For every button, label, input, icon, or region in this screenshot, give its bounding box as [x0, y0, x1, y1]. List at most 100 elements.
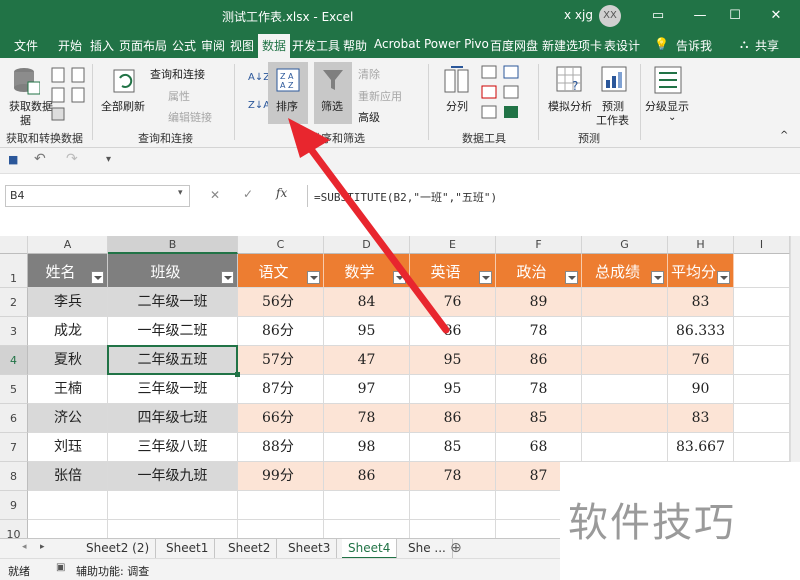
score-cell[interactable]: [582, 404, 668, 433]
text-to-columns-icon[interactable]: [444, 66, 470, 94]
empty-cell[interactable]: [324, 491, 410, 520]
name-cell[interactable]: 成龙: [28, 317, 108, 346]
sheet-tab[interactable]: Sheet2: [222, 539, 278, 559]
score-cell[interactable]: [582, 317, 668, 346]
score-cell[interactable]: 95: [410, 375, 496, 404]
empty-cell[interactable]: [238, 491, 324, 520]
formula-input[interactable]: =SUBSTITUTE(B2,"一班","五班"): [307, 185, 800, 207]
forecast-sheet-icon[interactable]: [601, 66, 627, 94]
clear-filter-button[interactable]: 清除: [358, 66, 380, 82]
score-cell[interactable]: 78: [496, 317, 582, 346]
sheet-tab[interactable]: Sheet1: [160, 539, 216, 559]
add-sheet-icon[interactable]: ⊕: [450, 540, 462, 556]
tab-home[interactable]: 开始: [58, 37, 82, 54]
customize-qat-icon[interactable]: ▾: [106, 154, 111, 165]
filter-dropdown-button[interactable]: [565, 271, 578, 284]
select-all-corner[interactable]: [0, 236, 28, 254]
tab-data[interactable]: 数据: [258, 34, 291, 59]
score-cell[interactable]: 86: [496, 346, 582, 375]
minimize-button[interactable]: —: [690, 6, 710, 26]
score-cell[interactable]: 95: [410, 346, 496, 375]
name-box[interactable]: B4: [5, 185, 190, 207]
score-cell[interactable]: 84: [324, 288, 410, 317]
user-name[interactable]: x xjg: [564, 8, 593, 22]
reapply-button[interactable]: 重新应用: [358, 88, 402, 104]
empty-cell[interactable]: [108, 491, 238, 520]
accessibility-status[interactable]: 辅助功能: 调查: [76, 563, 149, 579]
filter-dropdown-button[interactable]: [479, 271, 492, 284]
what-if-analysis-button[interactable]: 模拟分析: [548, 98, 592, 114]
queries-connections-button[interactable]: 查询和连接: [150, 66, 205, 82]
filter-dropdown-button[interactable]: [91, 271, 104, 284]
score-cell[interactable]: 99分: [238, 462, 324, 491]
sheet-tab[interactable]: She ...: [402, 539, 453, 559]
row-header[interactable]: 2: [0, 288, 28, 317]
score-cell[interactable]: 83: [668, 404, 734, 433]
next-sheet-icon[interactable]: ▸: [40, 542, 45, 552]
selected-cell-b4[interactable]: [107, 345, 238, 375]
filter-button[interactable]: 筛选: [314, 62, 352, 124]
sheet-tab-active[interactable]: Sheet4: [342, 539, 398, 559]
score-cell[interactable]: [582, 346, 668, 375]
ribbon-display-icon[interactable]: ▭: [648, 6, 668, 26]
outline-icon[interactable]: [654, 66, 682, 94]
empty-cell[interactable]: [734, 317, 790, 346]
score-cell[interactable]: 90: [668, 375, 734, 404]
properties-button[interactable]: 属性: [168, 88, 190, 104]
name-box-dropdown-icon[interactable]: ▾: [178, 188, 183, 198]
score-cell[interactable]: 76: [410, 288, 496, 317]
tab-acrobat[interactable]: Acrobat: [374, 37, 420, 51]
score-cell[interactable]: 88分: [238, 433, 324, 462]
score-cell[interactable]: 95: [324, 317, 410, 346]
sheet-tab[interactable]: Sheet2 (2): [80, 539, 157, 559]
sort-descending-icon[interactable]: Z↓A: [248, 100, 270, 111]
sheet-tab[interactable]: Sheet3: [282, 539, 338, 559]
avatar[interactable]: XX: [599, 5, 621, 27]
collapse-ribbon-icon[interactable]: ^: [780, 130, 788, 141]
score-cell[interactable]: 57分: [238, 346, 324, 375]
class-cell[interactable]: 二年级一班: [108, 288, 238, 317]
table-header-cell[interactable]: 语文: [238, 254, 324, 288]
filter-dropdown-button[interactable]: [393, 271, 406, 284]
save-icon[interactable]: ■: [8, 153, 18, 166]
score-cell[interactable]: 85: [496, 404, 582, 433]
score-cell[interactable]: 78: [410, 462, 496, 491]
tab-developer[interactable]: 开发工具: [292, 37, 340, 54]
score-cell[interactable]: 78: [496, 375, 582, 404]
close-button[interactable]: ✕: [766, 6, 786, 26]
table-header-cell[interactable]: 总成绩: [582, 254, 668, 288]
column-header[interactable]: F: [496, 236, 582, 254]
class-cell[interactable]: 四年级七班: [108, 404, 238, 433]
filter-dropdown-button[interactable]: [717, 271, 730, 284]
table-header-cell[interactable]: 平均分: [668, 254, 734, 288]
filter-dropdown-button[interactable]: [307, 271, 320, 284]
record-macro-icon[interactable]: ▣: [56, 562, 65, 573]
empty-cell[interactable]: [734, 404, 790, 433]
tab-baidu-netdisk[interactable]: 百度网盘: [490, 37, 538, 54]
score-cell[interactable]: 66分: [238, 404, 324, 433]
tab-formulas[interactable]: 公式: [172, 37, 196, 54]
empty-cell[interactable]: [410, 491, 496, 520]
fill-handle[interactable]: [235, 372, 240, 377]
tab-power-pivot[interactable]: Power Pivo: [424, 37, 489, 51]
score-cell[interactable]: 86: [410, 404, 496, 433]
score-cell[interactable]: [582, 433, 668, 462]
tab-view[interactable]: 视图: [230, 37, 254, 54]
column-header[interactable]: H: [668, 236, 734, 254]
score-cell[interactable]: 86: [410, 317, 496, 346]
refresh-all-button[interactable]: 全部刷新: [101, 98, 145, 114]
empty-cell[interactable]: [734, 433, 790, 462]
row-header[interactable]: 5: [0, 375, 28, 404]
empty-cell[interactable]: [734, 346, 790, 375]
row-header[interactable]: 1: [0, 254, 28, 288]
table-header-cell[interactable]: 数学: [324, 254, 410, 288]
score-cell[interactable]: 85: [410, 433, 496, 462]
score-cell[interactable]: 89: [496, 288, 582, 317]
name-cell[interactable]: 王楠: [28, 375, 108, 404]
sort-ascending-icon[interactable]: A↓Z: [248, 72, 270, 83]
score-cell[interactable]: 76: [668, 346, 734, 375]
name-cell[interactable]: 夏秋: [28, 346, 108, 375]
row-header[interactable]: 9: [0, 491, 28, 520]
filter-dropdown-button[interactable]: [221, 271, 234, 284]
class-cell[interactable]: 一年级九班: [108, 462, 238, 491]
